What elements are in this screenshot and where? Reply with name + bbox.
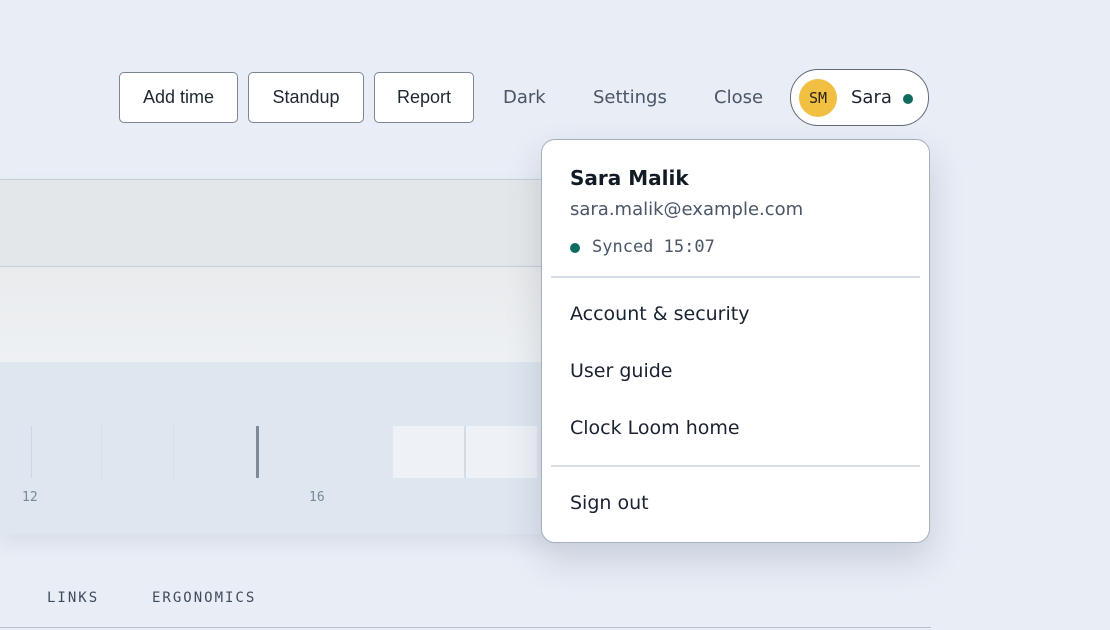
close-link[interactable]: Close [714, 72, 763, 123]
sign-out-button[interactable]: Sign out [542, 483, 929, 523]
dark-mode-link[interactable]: Dark [503, 72, 546, 123]
timeline-gridline [173, 426, 174, 478]
user-dropdown-menu: Sara Malik sara.malik@example.com Synced… [541, 139, 930, 543]
timeline-tick-label: 16 [309, 490, 325, 505]
tab-links[interactable]: LINKS [47, 590, 99, 606]
time-slot[interactable] [466, 426, 537, 478]
standup-button[interactable]: Standup [248, 72, 364, 123]
menu-divider [551, 276, 920, 278]
menu-user-name: Sara Malik [570, 166, 689, 190]
menu-item-user-guide[interactable]: User guide [542, 351, 929, 391]
add-time-button[interactable]: Add time [119, 72, 238, 123]
timeline-tick-label: 12 [22, 490, 38, 505]
current-time-marker [256, 426, 259, 478]
panel-content-band [0, 267, 560, 362]
menu-item-account-security[interactable]: Account & security [542, 294, 929, 334]
time-slot[interactable] [393, 426, 464, 478]
report-button[interactable]: Report [374, 72, 474, 123]
panel-header-band [0, 180, 560, 267]
tab-ergonomics[interactable]: ERGONOMICS [152, 590, 256, 606]
menu-item-clock-loom-home[interactable]: Clock Loom home [542, 408, 929, 448]
settings-link[interactable]: Settings [593, 72, 667, 123]
background-panel: 12 16 [0, 179, 560, 534]
menu-user-email: sara.malik@example.com [570, 199, 804, 220]
sync-status-text: Synced 15:07 [592, 237, 715, 257]
sync-status-icon [570, 243, 580, 253]
timeline: 12 16 [0, 362, 560, 534]
avatar: SM [799, 79, 837, 117]
timeline-gridline [101, 426, 102, 478]
user-chip-name: Sara [851, 87, 892, 108]
menu-divider [551, 465, 920, 467]
online-status-icon [903, 94, 913, 104]
user-menu-button[interactable]: SM Sara [790, 69, 929, 126]
tab-divider [0, 627, 931, 628]
timeline-gridline [31, 426, 32, 478]
